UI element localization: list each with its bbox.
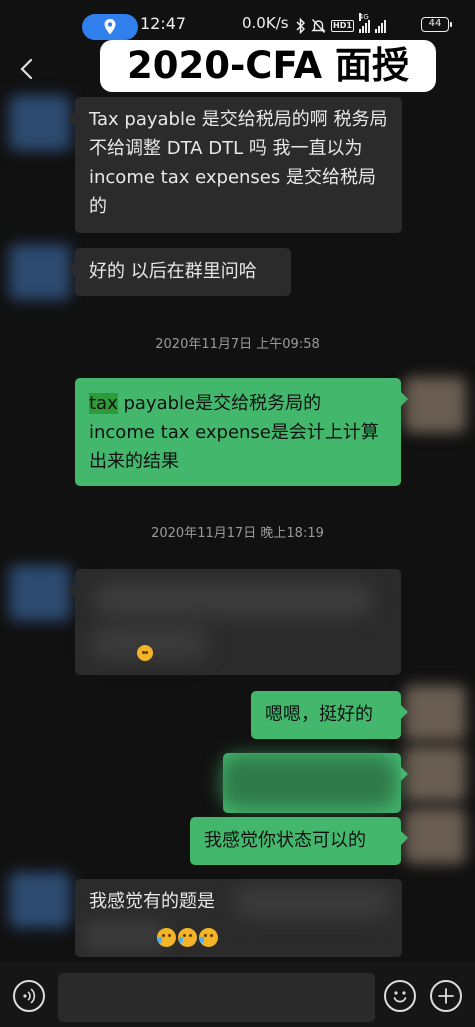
voice-icon bbox=[23, 988, 36, 1004]
chat-timestamp: 2020年11月17日 晚上18:19 bbox=[151, 526, 324, 541]
emoji-icon bbox=[137, 645, 153, 661]
redacted-text bbox=[93, 583, 373, 617]
message-text: 嗯嗯，挺好的 bbox=[265, 704, 373, 725]
message-bubble-incoming[interactable] bbox=[68, 569, 401, 675]
crying-laughing-emoji-icon bbox=[199, 927, 218, 947]
message-bubble-incoming[interactable]: 好的 以后在群里问哈 bbox=[68, 248, 291, 296]
highlighted-word: tax bbox=[89, 393, 118, 414]
message-bubble-incoming[interactable]: Tax payable 是交给税局的啊 税务局不给调整 DTA DTL 吗 我一… bbox=[68, 97, 402, 233]
redacted-text bbox=[221, 755, 397, 809]
avatar[interactable] bbox=[9, 95, 71, 151]
message-text: 我感觉你状态可以的 bbox=[204, 830, 366, 851]
avatar[interactable] bbox=[404, 685, 466, 741]
location-indicator[interactable] bbox=[82, 14, 138, 40]
emoji-icon bbox=[393, 991, 407, 1003]
plus-icon bbox=[438, 988, 454, 1004]
mute-bell-icon bbox=[311, 19, 326, 33]
avatar[interactable] bbox=[9, 565, 71, 621]
message-text: Tax payable 是交给税局的啊 税务局不给调整 DTA DTL 吗 我一… bbox=[89, 109, 388, 217]
avatar[interactable] bbox=[404, 746, 466, 802]
message-text: payable是交给税务局的income tax expense是会计上计算出来… bbox=[89, 393, 379, 472]
avatar[interactable] bbox=[404, 808, 466, 864]
hd-badge: HD1 bbox=[331, 20, 354, 32]
message-bubble-outgoing[interactable] bbox=[221, 753, 408, 813]
redacted-text bbox=[233, 885, 393, 919]
crying-laughing-emoji-icon bbox=[157, 927, 176, 947]
bluetooth-icon bbox=[296, 18, 306, 34]
more-options-button[interactable] bbox=[430, 980, 462, 1012]
avatar[interactable] bbox=[404, 377, 466, 433]
avatar[interactable] bbox=[9, 244, 71, 300]
message-bubble-outgoing[interactable]: 嗯嗯，挺好的 bbox=[251, 691, 408, 739]
avatar[interactable] bbox=[9, 872, 71, 928]
battery-icon: 44 bbox=[421, 17, 452, 32]
location-pin-icon bbox=[104, 19, 116, 35]
message-text: 我感觉有的题是 bbox=[89, 891, 215, 912]
network-speed: 0.0K/s bbox=[242, 14, 289, 32]
status-icons: HD1 4G bbox=[296, 13, 386, 39]
message-bubble-incoming[interactable]: 我感觉有的题是 bbox=[75, 879, 402, 957]
signal-icon: 4G bbox=[358, 13, 370, 33]
message-text: 好的 以后在群里问哈 bbox=[89, 261, 257, 282]
crying-laughing-emoji-icon bbox=[178, 927, 197, 947]
emoji-button[interactable] bbox=[384, 980, 416, 1012]
title-banner: 2020-CFA 面授 bbox=[100, 40, 436, 92]
message-input[interactable] bbox=[58, 973, 375, 1022]
message-bubble-outgoing[interactable]: tax payable是交给税务局的income tax expense是会计上… bbox=[75, 378, 408, 486]
emoji-row bbox=[157, 922, 220, 947]
message-bubble-outgoing[interactable]: 我感觉你状态可以的 bbox=[190, 817, 408, 865]
chevron-left-icon[interactable] bbox=[14, 56, 40, 82]
redacted-text bbox=[81, 921, 167, 951]
voice-button[interactable] bbox=[13, 980, 45, 1012]
signal-icon-2 bbox=[374, 19, 386, 33]
status-time: 12:47 bbox=[140, 14, 187, 33]
chat-timestamp: 2020年11月7日 上午09:58 bbox=[155, 337, 320, 352]
